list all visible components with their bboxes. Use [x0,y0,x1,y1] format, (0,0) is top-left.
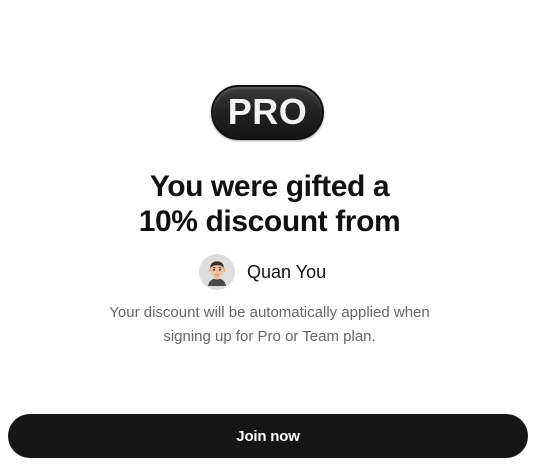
description-line-2: signing up for Pro or Team plan. [163,328,376,345]
gift-sender: Quan You [199,253,326,291]
join-now-button[interactable]: Join now [8,414,528,458]
headline-line-2: 10% discount from [138,205,401,238]
gift-sender-name: Quan You [247,261,327,282]
pro-badge: PRO [211,85,324,140]
discount-description: Your discount will be automatically appl… [0,301,539,349]
avatar [199,254,235,290]
headline-line-1: You were gifted a [149,170,390,203]
person-memoji-icon [208,261,226,286]
pro-badge-label: PRO [227,90,308,132]
page-title: You were gifted a 10% discount from [0,169,539,239]
description-line-1: Your discount will be automatically appl… [109,304,430,321]
